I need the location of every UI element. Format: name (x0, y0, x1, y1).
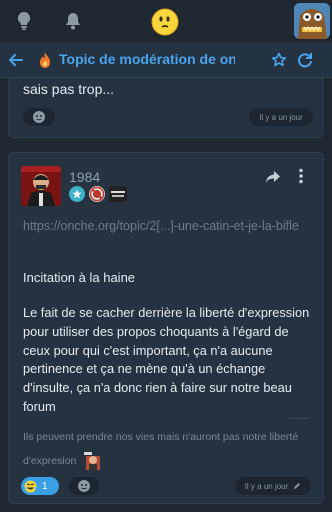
post-link[interactable]: https://onche.org/topic/2[...]-une-catin… (23, 217, 313, 235)
post-time-pill: Il y a un jour (235, 477, 311, 495)
add-reaction-button[interactable] (23, 108, 55, 126)
sticker-image (82, 452, 104, 471)
lightbulb-icon[interactable] (14, 11, 34, 31)
previous-post: sais pas trop... Il y a un jour (8, 78, 324, 138)
bell-icon[interactable] (63, 11, 83, 31)
sticker-badge-icon (109, 186, 127, 202)
forum-post: 1984 https://onche.org/topic/2[...]-une-… (8, 152, 324, 504)
smiley-icon[interactable] (151, 8, 179, 36)
reaction-smiley-icon (33, 111, 45, 123)
post-body: Le fait de se cacher derrière la liberté… (23, 305, 310, 414)
topic-bar: Topic de modération de onche (0, 42, 332, 78)
post-heading: Incitation à la haine (23, 270, 136, 285)
app-bar (0, 0, 332, 42)
laugh-emoji-icon (24, 480, 37, 492)
author-name[interactable]: 1984 (69, 169, 100, 185)
fire-icon (38, 52, 52, 68)
topic-title[interactable]: Topic de modération de onche (59, 51, 235, 67)
post-text: sais pas trop... (23, 81, 115, 97)
no-sign-badge-icon (89, 186, 105, 202)
star-icon[interactable] (271, 52, 287, 68)
back-arrow-icon[interactable] (8, 52, 24, 68)
signature-divider (289, 418, 309, 419)
share-icon[interactable] (265, 170, 281, 184)
reaction-smiley-icon (78, 480, 90, 492)
star-badge-icon (69, 186, 85, 202)
laugh-count: 1 (42, 480, 48, 492)
post-time: Il y a un jour (249, 108, 313, 126)
signature-text: Ils peuvent prendre nos vies mais n'auro… (23, 431, 299, 467)
add-reaction-button[interactable] (69, 477, 99, 495)
author-badges (69, 186, 127, 202)
edit-pencil-icon (294, 483, 301, 489)
post-time: Il y a un jour (244, 481, 289, 491)
post-signature: Ils peuvent prendre nos vies mais n'auro… (23, 425, 317, 473)
more-options-icon[interactable] (297, 168, 305, 184)
profile-avatar[interactable] (294, 3, 330, 39)
author-avatar[interactable] (21, 166, 61, 206)
refresh-icon[interactable] (297, 52, 313, 68)
laugh-reaction-button[interactable]: 1 (21, 477, 59, 495)
